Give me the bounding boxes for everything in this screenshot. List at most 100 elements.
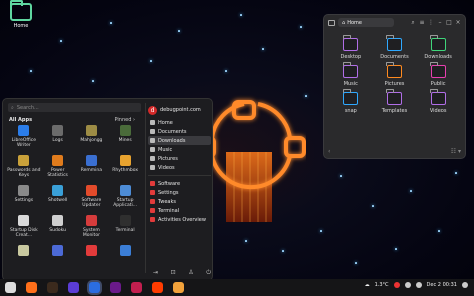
sidebar-item-label: Music bbox=[158, 146, 173, 153]
sidebar-item[interactable]: Videos bbox=[148, 163, 211, 172]
sidebar-item[interactable]: Pictures bbox=[148, 154, 211, 163]
browser-icon[interactable] bbox=[68, 282, 79, 293]
app-launcher[interactable]: Terminal bbox=[108, 215, 142, 241]
app-launcher[interactable] bbox=[108, 245, 142, 271]
folder-item[interactable]: Videos bbox=[416, 89, 460, 114]
app-menu-button[interactable] bbox=[5, 282, 16, 293]
sidebar-item-icon bbox=[150, 181, 155, 186]
view-toggle-icon[interactable]: ☷ ▾ bbox=[451, 148, 461, 155]
folder-item[interactable]: snap bbox=[329, 89, 373, 114]
search-input[interactable]: ⌕ Search... bbox=[8, 103, 141, 112]
lock-icon[interactable]: ⊡ bbox=[171, 269, 176, 277]
sidebar-item[interactable]: Activities Overview bbox=[148, 215, 211, 224]
volume-icon[interactable] bbox=[404, 282, 411, 288]
text-editor-icon[interactable] bbox=[173, 282, 184, 293]
location-bar[interactable]: ⌂ Home bbox=[338, 18, 394, 27]
files-app-icon[interactable] bbox=[47, 282, 58, 293]
sidebar-item[interactable]: Settings bbox=[148, 188, 211, 197]
folder-label: Downloads bbox=[424, 54, 452, 60]
app-launcher[interactable]: Settings bbox=[7, 185, 41, 211]
app-launcher[interactable]: Software Updater bbox=[75, 185, 109, 211]
folder-item[interactable]: Documents bbox=[373, 35, 417, 60]
folder-label: Documents bbox=[380, 54, 409, 60]
sidebar-item[interactable]: Music bbox=[148, 145, 211, 154]
view-options-icon[interactable]: ≡ bbox=[419, 19, 425, 26]
folder-icon bbox=[430, 35, 446, 51]
power-icon[interactable]: ⏻ bbox=[206, 269, 211, 277]
folder-item[interactable]: Pictures bbox=[373, 62, 417, 87]
sidebar-item-icon bbox=[150, 165, 155, 170]
active-window-icon[interactable] bbox=[89, 282, 100, 293]
file-manager-window: ⌂ Home ⌕ ≡ ⋮ – □ × Desktop Documents Downl… bbox=[323, 14, 466, 159]
sidebar-item-label: Activities Overview bbox=[158, 216, 206, 223]
app-launcher[interactable]: System Monitor bbox=[75, 215, 109, 241]
clock[interactable]: Dec 2 00:31 bbox=[427, 282, 457, 288]
app-icon bbox=[52, 155, 64, 166]
home-icon: ⌂ bbox=[342, 19, 346, 26]
notification-icon[interactable] bbox=[462, 282, 468, 288]
app-launcher[interactable] bbox=[41, 245, 75, 271]
folder-label: snap bbox=[344, 108, 357, 114]
app-launcher[interactable]: Shotwell bbox=[41, 185, 75, 211]
user-icon[interactable]: ♙ bbox=[188, 269, 193, 277]
close-icon[interactable]: × bbox=[455, 19, 461, 26]
app-launcher[interactable]: Startup Applicati... bbox=[108, 185, 142, 211]
app-launcher[interactable]: Power Statistics bbox=[41, 155, 75, 181]
log-out-icon[interactable]: ⇥ bbox=[153, 269, 158, 277]
app-icon bbox=[119, 155, 131, 166]
firefox-icon[interactable] bbox=[26, 282, 37, 293]
user-entry[interactable]: d debugpoint.com bbox=[148, 105, 211, 115]
app-label: Startup Disk Creat... bbox=[9, 228, 38, 238]
app-launcher[interactable] bbox=[75, 245, 109, 271]
minimize-icon[interactable]: – bbox=[437, 19, 443, 26]
settings-app-icon[interactable] bbox=[152, 282, 163, 293]
sidebar-item[interactable]: Documents bbox=[148, 127, 211, 136]
folder-item[interactable]: Public bbox=[416, 62, 460, 87]
folder-item[interactable]: Desktop bbox=[329, 35, 373, 60]
battery-icon[interactable] bbox=[415, 282, 422, 288]
sidebar-item-icon bbox=[150, 120, 155, 125]
app-icon bbox=[18, 245, 30, 256]
app-launcher[interactable]: Sudoku bbox=[41, 215, 75, 241]
maximize-icon[interactable]: □ bbox=[446, 19, 452, 26]
sidebar-item[interactable]: Terminal bbox=[148, 206, 211, 215]
app-launcher[interactable]: Startup Disk Creat... bbox=[7, 215, 41, 241]
menu-icon[interactable]: ⋮ bbox=[428, 19, 434, 26]
menu-sidebar: d debugpoint.com Home Documents Downloads M… bbox=[148, 105, 211, 224]
sidebar-item[interactable]: Downloads bbox=[148, 136, 211, 145]
app-label: Passwords and Keys bbox=[7, 168, 41, 178]
app-launcher[interactable] bbox=[7, 245, 41, 271]
sidebar-item-label: Downloads bbox=[158, 137, 186, 144]
app-launcher[interactable]: Rhythmbox bbox=[108, 155, 142, 181]
folder-item[interactable]: Downloads bbox=[416, 35, 460, 60]
app-launcher[interactable]: Remmina bbox=[75, 155, 109, 181]
desktop-home-icon[interactable]: Home bbox=[8, 0, 34, 29]
places-list: Home Documents Downloads Music Pictures Video… bbox=[148, 118, 211, 172]
sidebar-item-icon bbox=[150, 190, 155, 195]
folder-label: Desktop bbox=[340, 54, 362, 60]
app-launcher[interactable]: Passwords and Keys bbox=[7, 155, 41, 181]
folder-icon bbox=[342, 89, 359, 105]
folder-item[interactable]: Music bbox=[329, 62, 373, 87]
folder-item[interactable]: Templates bbox=[373, 89, 417, 114]
sidebar-item-label: Tweaks bbox=[158, 198, 176, 205]
network-icon[interactable] bbox=[393, 282, 400, 288]
search-icon[interactable]: ⌕ bbox=[410, 19, 416, 26]
pinned-tab[interactable]: Pinned › bbox=[115, 117, 135, 123]
folder-label: Pictures bbox=[384, 81, 405, 87]
weather-text[interactable]: 1.3°C bbox=[375, 282, 389, 288]
app-launcher[interactable]: LibreOffice Writer bbox=[7, 125, 41, 151]
sidebar-item[interactable]: Home bbox=[148, 118, 211, 127]
sidebar-item[interactable]: Software bbox=[148, 179, 211, 188]
back-icon[interactable]: ‹ bbox=[328, 148, 330, 155]
terminal-app-icon[interactable] bbox=[110, 282, 121, 293]
app-launcher[interactable]: Mahjongg bbox=[75, 125, 109, 151]
app-launcher[interactable]: Mines bbox=[108, 125, 142, 151]
sidebar-toggle-icon[interactable] bbox=[328, 19, 335, 26]
folder-icon bbox=[342, 35, 359, 51]
app-launcher[interactable]: Logs bbox=[41, 125, 75, 151]
sidebar-item[interactable]: Tweaks bbox=[148, 197, 211, 206]
media-app-icon[interactable] bbox=[131, 282, 142, 293]
folder-icon bbox=[386, 89, 402, 105]
app-icon bbox=[52, 245, 64, 256]
